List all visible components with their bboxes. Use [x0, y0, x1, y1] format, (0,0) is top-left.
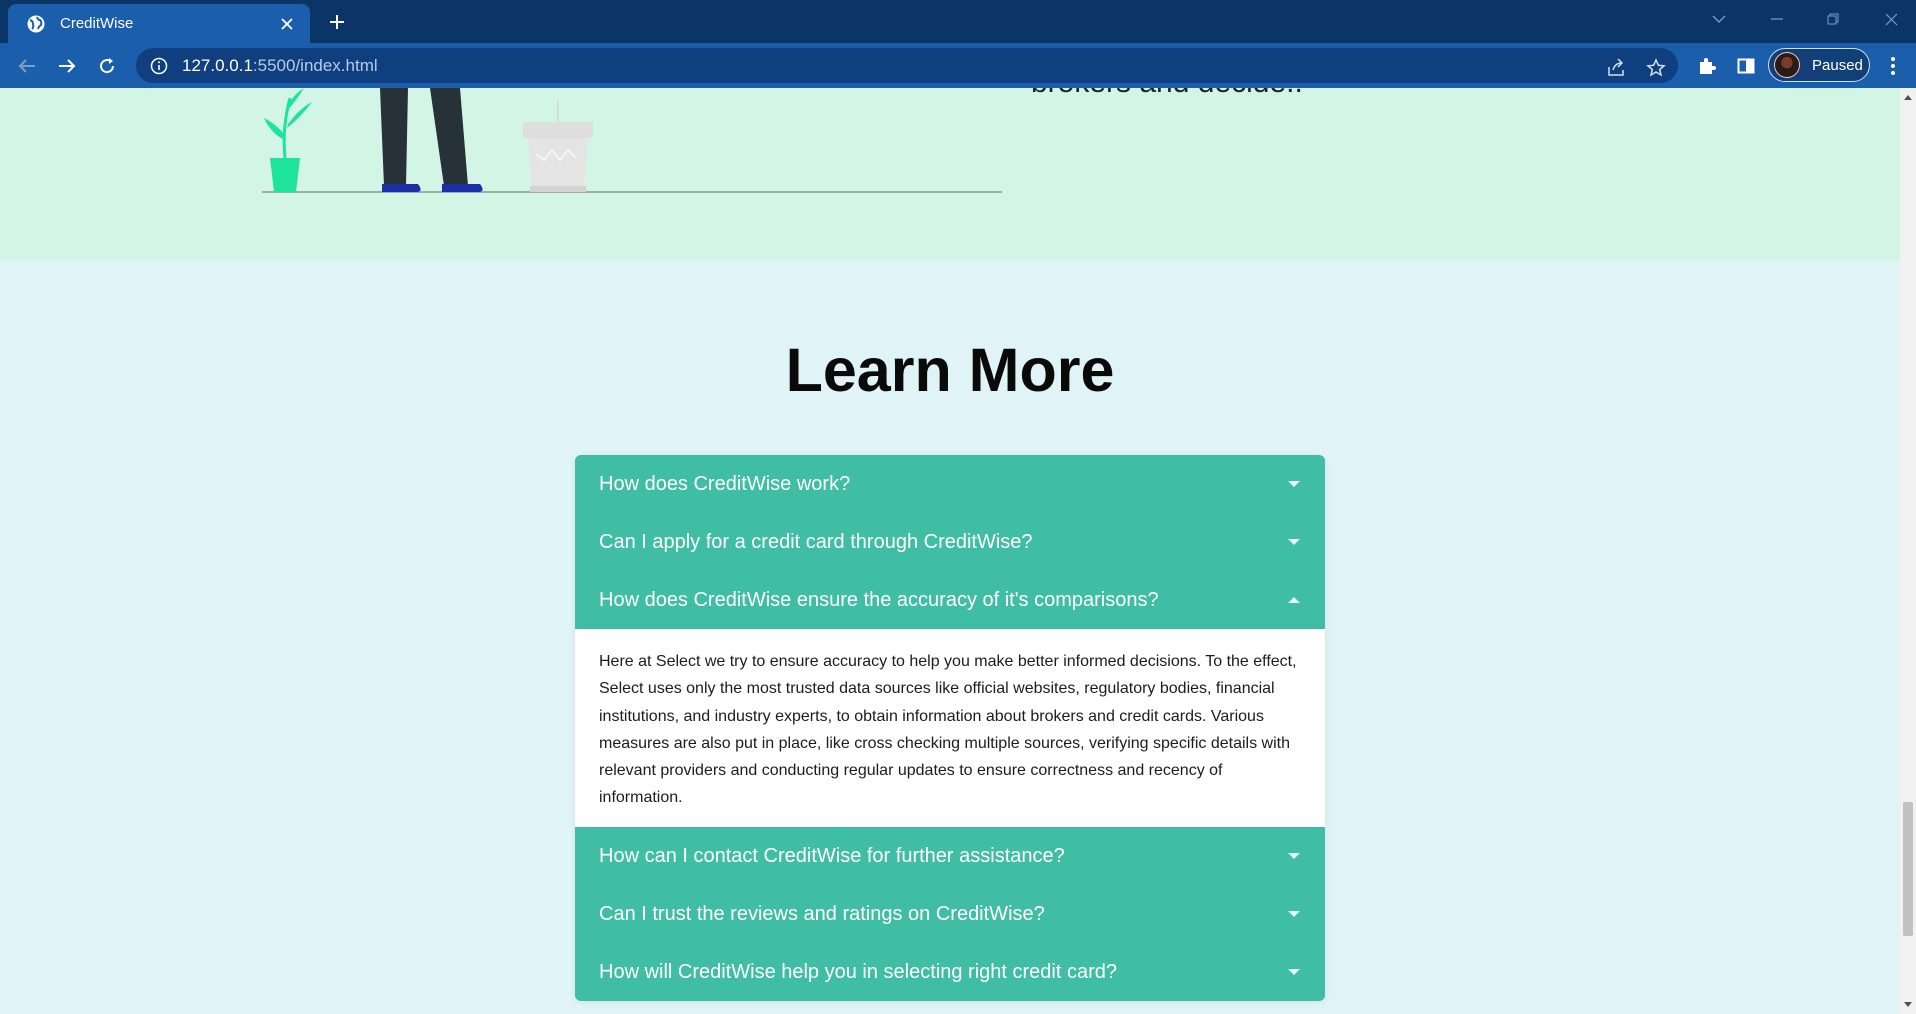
- caret-down-icon: [1288, 539, 1300, 545]
- browser-tab-strip: CreditWise: [0, 0, 1916, 43]
- faq-question-text: Can I apply for a credit card through Cr…: [599, 530, 1033, 553]
- url-host: 127.0.0.1: [182, 55, 253, 75]
- browser-tab[interactable]: CreditWise: [8, 4, 310, 43]
- scroll-down-arrow-icon[interactable]: [1903, 999, 1913, 1009]
- caret-up-icon: [1288, 597, 1300, 603]
- hero-text: brokers and decide..: [1031, 88, 1303, 100]
- globe-icon: [27, 15, 45, 32]
- caret-down-icon: [1288, 969, 1300, 975]
- faq-question-text: How does CreditWise work?: [599, 472, 851, 495]
- reload-icon[interactable]: [92, 51, 122, 81]
- scrollbar-thumb[interactable]: [1903, 802, 1913, 936]
- back-arrow-icon[interactable]: [12, 51, 42, 81]
- address-bar[interactable]: 127.0.0.1:5500/index.html: [136, 48, 1678, 83]
- caret-down-icon: [1288, 853, 1300, 859]
- faq-question-4[interactable]: How can I contact CreditWise for further…: [575, 827, 1325, 885]
- tab-search-icon[interactable]: [1704, 7, 1734, 31]
- faq-question-text: How can I contact CreditWise for further…: [599, 844, 1065, 867]
- site-info-icon[interactable]: [150, 57, 168, 75]
- avatar: [1774, 52, 1800, 78]
- faq-question-5[interactable]: Can I trust the reviews and ratings on C…: [575, 885, 1325, 943]
- faq-question-3[interactable]: How does CreditWise ensure the accuracy …: [575, 571, 1325, 629]
- extensions-icon[interactable]: [1692, 51, 1722, 81]
- faq-question-text: How will CreditWise help you in selectin…: [599, 960, 1117, 983]
- caret-down-icon: [1288, 911, 1300, 917]
- new-tab-button[interactable]: [324, 9, 350, 35]
- close-tab-icon[interactable]: [276, 13, 298, 35]
- faq-accordion: How does CreditWise work? Can I apply fo…: [575, 455, 1325, 1001]
- forward-arrow-icon[interactable]: [52, 51, 82, 81]
- caret-down-icon: [1288, 481, 1300, 487]
- share-icon[interactable]: [1603, 55, 1629, 81]
- minimize-icon[interactable]: [1762, 7, 1792, 31]
- vertical-scrollbar[interactable]: [1900, 88, 1916, 1014]
- faq-question-6[interactable]: How will CreditWise help you in selectin…: [575, 943, 1325, 1001]
- faq-question-text: How does CreditWise ensure the accuracy …: [599, 588, 1159, 611]
- restore-icon[interactable]: [1818, 7, 1848, 31]
- learn-more-heading: Learn More: [785, 336, 1115, 404]
- hero-section: brokers and decide..: [0, 88, 1900, 261]
- faq-question-text: Can I trust the reviews and ratings on C…: [599, 902, 1045, 925]
- profile-button[interactable]: Paused: [1768, 48, 1870, 82]
- hero-illustration: [262, 88, 1002, 193]
- faq-question-1[interactable]: How does CreditWise work?: [575, 455, 1325, 513]
- url-path: :5500/index.html: [252, 55, 378, 75]
- side-panel-icon[interactable]: [1731, 51, 1761, 81]
- scroll-up-arrow-icon[interactable]: [1903, 93, 1913, 103]
- browser-toolbar: 127.0.0.1:5500/index.html Paused: [0, 43, 1916, 88]
- faq-answer: Here at Select we try to ensure accuracy…: [575, 629, 1325, 827]
- kebab-menu-icon[interactable]: [1880, 51, 1906, 81]
- tab-title: CreditWise: [60, 15, 134, 32]
- faq-question-2[interactable]: Can I apply for a credit card through Cr…: [575, 513, 1325, 571]
- page-viewport: brokers and decide.. Learn More How does…: [0, 88, 1900, 1014]
- bookmark-star-icon[interactable]: [1643, 55, 1669, 81]
- close-window-icon[interactable]: [1876, 7, 1906, 31]
- profile-status: Paused: [1812, 56, 1863, 74]
